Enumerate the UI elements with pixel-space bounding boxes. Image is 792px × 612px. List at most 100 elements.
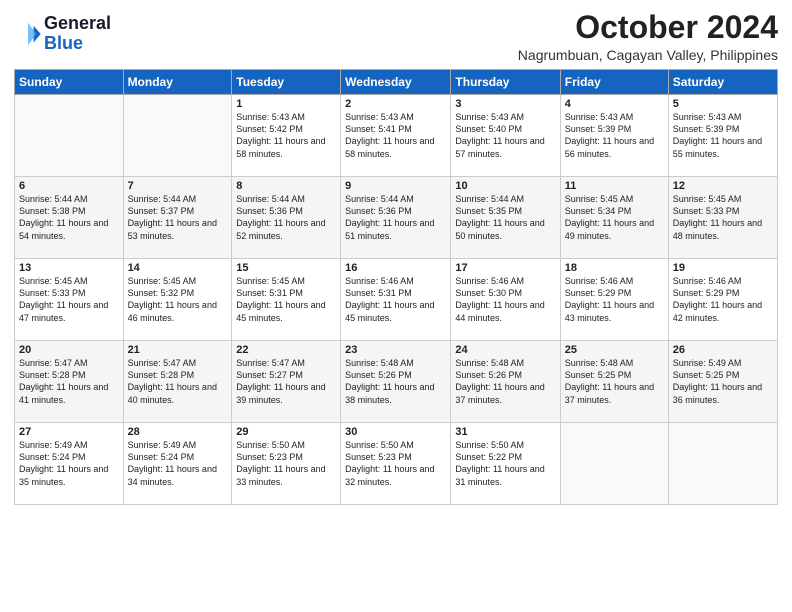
cell-content: Sunrise: 5:45 AMSunset: 5:33 PMDaylight:… — [19, 275, 119, 324]
day-cell: 20Sunrise: 5:47 AMSunset: 5:28 PMDayligh… — [15, 341, 124, 423]
day-number: 18 — [565, 262, 664, 274]
cell-content: Sunrise: 5:44 AMSunset: 5:38 PMDaylight:… — [19, 193, 119, 242]
cell-content: Sunrise: 5:46 AMSunset: 5:29 PMDaylight:… — [565, 275, 664, 324]
day-cell: 18Sunrise: 5:46 AMSunset: 5:29 PMDayligh… — [560, 259, 668, 341]
cell-content: Sunrise: 5:50 AMSunset: 5:23 PMDaylight:… — [345, 439, 446, 488]
day-cell — [560, 423, 668, 505]
cell-content: Sunrise: 5:45 AMSunset: 5:34 PMDaylight:… — [565, 193, 664, 242]
day-cell: 2Sunrise: 5:43 AMSunset: 5:41 PMDaylight… — [341, 95, 451, 177]
day-cell: 6Sunrise: 5:44 AMSunset: 5:38 PMDaylight… — [15, 177, 124, 259]
cell-content: Sunrise: 5:46 AMSunset: 5:30 PMDaylight:… — [455, 275, 555, 324]
cell-content: Sunrise: 5:48 AMSunset: 5:26 PMDaylight:… — [455, 357, 555, 406]
day-cell — [123, 95, 232, 177]
cell-content: Sunrise: 5:47 AMSunset: 5:27 PMDaylight:… — [236, 357, 336, 406]
cell-content: Sunrise: 5:49 AMSunset: 5:24 PMDaylight:… — [128, 439, 228, 488]
day-number: 7 — [128, 180, 228, 192]
day-cell: 11Sunrise: 5:45 AMSunset: 5:34 PMDayligh… — [560, 177, 668, 259]
cell-content: Sunrise: 5:44 AMSunset: 5:36 PMDaylight:… — [236, 193, 336, 242]
col-wednesday: Wednesday — [341, 70, 451, 95]
month-year: October 2024 — [518, 10, 778, 45]
day-number: 17 — [455, 262, 555, 274]
day-cell: 12Sunrise: 5:45 AMSunset: 5:33 PMDayligh… — [668, 177, 777, 259]
cell-content: Sunrise: 5:43 AMSunset: 5:42 PMDaylight:… — [236, 111, 336, 160]
col-saturday: Saturday — [668, 70, 777, 95]
day-cell: 24Sunrise: 5:48 AMSunset: 5:26 PMDayligh… — [451, 341, 560, 423]
cell-content: Sunrise: 5:49 AMSunset: 5:24 PMDaylight:… — [19, 439, 119, 488]
day-number: 12 — [673, 180, 773, 192]
day-number: 4 — [565, 98, 664, 110]
day-cell: 14Sunrise: 5:45 AMSunset: 5:32 PMDayligh… — [123, 259, 232, 341]
cell-content: Sunrise: 5:50 AMSunset: 5:22 PMDaylight:… — [455, 439, 555, 488]
day-number: 24 — [455, 344, 555, 356]
cell-content: Sunrise: 5:46 AMSunset: 5:31 PMDaylight:… — [345, 275, 446, 324]
day-cell: 21Sunrise: 5:47 AMSunset: 5:28 PMDayligh… — [123, 341, 232, 423]
day-number: 25 — [565, 344, 664, 356]
day-number: 10 — [455, 180, 555, 192]
week-row-3: 13Sunrise: 5:45 AMSunset: 5:33 PMDayligh… — [15, 259, 778, 341]
day-number: 16 — [345, 262, 446, 274]
day-number: 8 — [236, 180, 336, 192]
day-cell: 1Sunrise: 5:43 AMSunset: 5:42 PMDaylight… — [232, 95, 341, 177]
cell-content: Sunrise: 5:45 AMSunset: 5:32 PMDaylight:… — [128, 275, 228, 324]
logo-text-line2: Blue — [44, 34, 111, 54]
day-number: 31 — [455, 426, 555, 438]
day-cell: 25Sunrise: 5:48 AMSunset: 5:25 PMDayligh… — [560, 341, 668, 423]
day-cell: 30Sunrise: 5:50 AMSunset: 5:23 PMDayligh… — [341, 423, 451, 505]
cell-content: Sunrise: 5:44 AMSunset: 5:36 PMDaylight:… — [345, 193, 446, 242]
col-tuesday: Tuesday — [232, 70, 341, 95]
cell-content: Sunrise: 5:47 AMSunset: 5:28 PMDaylight:… — [128, 357, 228, 406]
day-cell: 3Sunrise: 5:43 AMSunset: 5:40 PMDaylight… — [451, 95, 560, 177]
day-cell: 31Sunrise: 5:50 AMSunset: 5:22 PMDayligh… — [451, 423, 560, 505]
day-number: 14 — [128, 262, 228, 274]
day-number: 21 — [128, 344, 228, 356]
day-cell — [668, 423, 777, 505]
day-cell: 27Sunrise: 5:49 AMSunset: 5:24 PMDayligh… — [15, 423, 124, 505]
day-cell: 19Sunrise: 5:46 AMSunset: 5:29 PMDayligh… — [668, 259, 777, 341]
day-number: 3 — [455, 98, 555, 110]
day-number: 15 — [236, 262, 336, 274]
cell-content: Sunrise: 5:44 AMSunset: 5:37 PMDaylight:… — [128, 193, 228, 242]
day-cell: 17Sunrise: 5:46 AMSunset: 5:30 PMDayligh… — [451, 259, 560, 341]
day-number: 1 — [236, 98, 336, 110]
day-cell: 10Sunrise: 5:44 AMSunset: 5:35 PMDayligh… — [451, 177, 560, 259]
cell-content: Sunrise: 5:45 AMSunset: 5:33 PMDaylight:… — [673, 193, 773, 242]
header-row: Sunday Monday Tuesday Wednesday Thursday… — [15, 70, 778, 95]
day-number: 20 — [19, 344, 119, 356]
col-thursday: Thursday — [451, 70, 560, 95]
day-cell: 7Sunrise: 5:44 AMSunset: 5:37 PMDaylight… — [123, 177, 232, 259]
calendar-table: Sunday Monday Tuesday Wednesday Thursday… — [14, 69, 778, 505]
logo: General Blue — [14, 14, 111, 54]
day-number: 23 — [345, 344, 446, 356]
day-cell: 9Sunrise: 5:44 AMSunset: 5:36 PMDaylight… — [341, 177, 451, 259]
col-sunday: Sunday — [15, 70, 124, 95]
day-cell: 4Sunrise: 5:43 AMSunset: 5:39 PMDaylight… — [560, 95, 668, 177]
cell-content: Sunrise: 5:43 AMSunset: 5:41 PMDaylight:… — [345, 111, 446, 160]
day-cell: 5Sunrise: 5:43 AMSunset: 5:39 PMDaylight… — [668, 95, 777, 177]
cell-content: Sunrise: 5:46 AMSunset: 5:29 PMDaylight:… — [673, 275, 773, 324]
week-row-4: 20 Sunrise: 5:47 AMSunset: 5:28 PMDayligh… — [15, 341, 778, 423]
day-cell: 13Sunrise: 5:45 AMSunset: 5:33 PMDayligh… — [15, 259, 124, 341]
location: Nagrumbuan, Cagayan Valley, Philippines — [518, 47, 778, 63]
page-container: General Blue October 2024 Nagrumbuan, Ca… — [0, 0, 792, 513]
cell-content: Sunrise: 5:48 AMSunset: 5:26 PMDaylight:… — [345, 357, 446, 406]
cell-content: Sunrise: 5:43 AMSunset: 5:39 PMDaylight:… — [565, 111, 664, 160]
cell-content: Sunrise: 5:49 AMSunset: 5:25 PMDaylight:… — [673, 357, 773, 406]
cell-content: Sunrise: 5:43 AMSunset: 5:40 PMDaylight:… — [455, 111, 555, 160]
logo-icon — [14, 20, 42, 48]
day-number: 6 — [19, 180, 119, 192]
week-row-1: 1Sunrise: 5:43 AMSunset: 5:42 PMDaylight… — [15, 95, 778, 177]
day-number: 29 — [236, 426, 336, 438]
day-cell: 23Sunrise: 5:48 AMSunset: 5:26 PMDayligh… — [341, 341, 451, 423]
calendar-body: 1Sunrise: 5:43 AMSunset: 5:42 PMDaylight… — [15, 95, 778, 505]
day-cell: 22Sunrise: 5:47 AMSunset: 5:27 PMDayligh… — [232, 341, 341, 423]
day-cell: 28Sunrise: 5:49 AMSunset: 5:24 PMDayligh… — [123, 423, 232, 505]
day-number: 30 — [345, 426, 446, 438]
day-number: 27 — [19, 426, 119, 438]
cell-content: Sunrise: 5:44 AMSunset: 5:35 PMDaylight:… — [455, 193, 555, 242]
day-number: 13 — [19, 262, 119, 274]
day-number: 22 — [236, 344, 336, 356]
cell-content: Sunrise: 5:45 AMSunset: 5:31 PMDaylight:… — [236, 275, 336, 324]
cell-content: Sunrise: 5:50 AMSunset: 5:23 PMDaylight:… — [236, 439, 336, 488]
day-number: 28 — [128, 426, 228, 438]
day-cell — [15, 95, 124, 177]
